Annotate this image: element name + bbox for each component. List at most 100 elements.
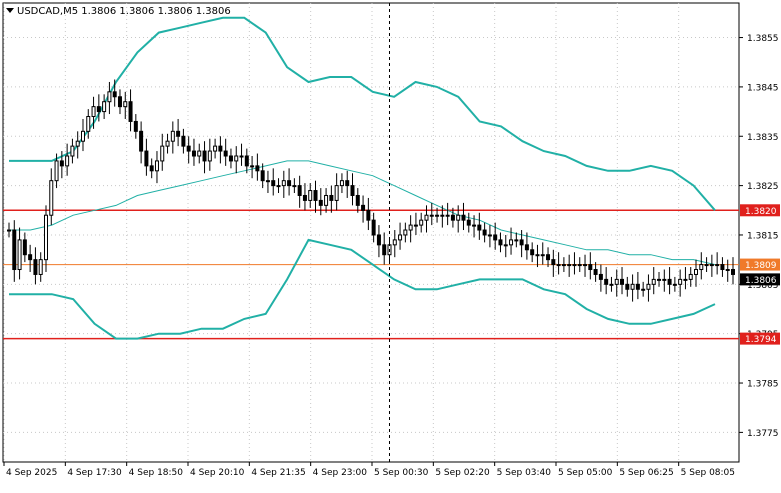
candle-body (281, 180, 286, 187)
candle-body (445, 214, 450, 217)
candle-body (630, 283, 635, 290)
candle-body (265, 180, 270, 183)
level-label: 1.3809 (745, 261, 777, 271)
plot-frame (2, 2, 740, 463)
candle-body (472, 224, 477, 227)
candle-body (683, 278, 688, 281)
candle-body (17, 239, 22, 271)
candle-body (371, 219, 376, 236)
candle-body (271, 180, 276, 187)
candle-body (620, 278, 625, 285)
candle-body (609, 283, 614, 286)
candle-body (149, 165, 154, 172)
candle-body (487, 234, 492, 237)
candle-body (239, 155, 244, 158)
symbol-dropdown-icon[interactable] (6, 8, 14, 13)
candle-body (123, 101, 128, 108)
candle-body (514, 239, 519, 242)
x-tick-label: 5 Sep 05:00 (558, 468, 613, 478)
candle-body (583, 264, 588, 267)
y-tick-label: 1.3825 (747, 182, 779, 192)
candle-body (297, 185, 302, 196)
candle-body (308, 190, 313, 201)
candle-body (70, 145, 75, 157)
x-tick-label: 4 Sep 23:00 (313, 468, 368, 478)
x-tick-label: 4 Sep 18:50 (129, 468, 184, 478)
candle-body (567, 264, 572, 267)
candle-body (694, 269, 699, 275)
lower-band (9, 238, 716, 340)
price-axis[interactable]: 1.38551.38451.38351.38251.38151.38051.37… (739, 34, 780, 439)
candle-body (450, 214, 455, 221)
candle-body (667, 278, 672, 285)
candle-body (398, 234, 403, 241)
candle-body (598, 273, 603, 280)
candle-body (440, 214, 445, 217)
candle-body (376, 234, 381, 246)
x-tick-label: 4 Sep 21:35 (251, 468, 305, 478)
candle-body (218, 145, 223, 152)
candle-body (33, 259, 38, 275)
middle-band (9, 160, 716, 266)
y-tick-label: 1.3835 (747, 133, 779, 143)
candle-body (313, 190, 318, 201)
candle-body (382, 244, 387, 256)
candle-body (59, 160, 64, 167)
y-tick-label: 1.3785 (747, 380, 779, 390)
candle-body (250, 165, 255, 168)
candle-body (709, 264, 714, 267)
x-tick-label: 5 Sep 08:05 (681, 468, 735, 478)
candle-body (191, 150, 196, 157)
candle-body (588, 264, 593, 271)
candle-body (223, 150, 228, 157)
y-tick-label: 1.3855 (747, 34, 779, 44)
candle-body (651, 278, 656, 285)
candle-body (503, 244, 508, 247)
candle-body (65, 155, 70, 167)
candle-body (334, 185, 339, 201)
x-tick-label: 5 Sep 03:40 (497, 468, 552, 478)
candle-body (276, 185, 281, 188)
candle-body (530, 249, 535, 256)
candle-body (641, 288, 646, 291)
candle-body (165, 140, 170, 147)
candle-body (260, 170, 265, 182)
candle-body (86, 116, 91, 132)
candle-body (117, 96, 122, 108)
grid-layer (2, 2, 740, 463)
candle-body (725, 269, 730, 272)
candle-body (424, 214, 429, 221)
candle-body (186, 145, 191, 152)
price-chart[interactable]: 1.38551.38451.38351.38251.38151.38051.37… (0, 0, 781, 489)
candle-body (345, 180, 350, 187)
candle-body (477, 224, 482, 231)
candle-body (12, 229, 17, 271)
candle-body (408, 224, 413, 231)
candle-body (292, 185, 297, 188)
symbol-title: USDCAD,M5 1.3806 1.3806 1.3806 1.3806 (17, 6, 231, 17)
candle-body (133, 120, 138, 132)
candle-body (287, 180, 292, 187)
candle-body (154, 160, 159, 172)
time-axis[interactable]: 4 Sep 2025 4 Sep 17:30 4 Sep 18:50 4 Sep 20… (3, 462, 735, 478)
x-tick-label: 4 Sep 17:30 (67, 468, 122, 478)
candle-body (482, 229, 487, 236)
candle-body (625, 283, 630, 290)
candle-body (551, 259, 556, 266)
chart-window[interactable]: 1.3855 1.3845 1.3835 1.3825 1.3815 1.3805 1.37… (0, 0, 781, 489)
candle-body (112, 91, 117, 98)
candle-body (139, 130, 144, 152)
candle-body (662, 278, 667, 281)
candle-body (509, 239, 514, 246)
candle-body (181, 135, 186, 147)
candle-body (524, 244, 529, 251)
candle-body (144, 150, 149, 167)
candle-body (38, 259, 43, 275)
candle-body (228, 155, 233, 162)
title-bar: USDCAD,M5 1.3806 1.3806 1.3806 1.3806 (6, 6, 231, 17)
candle-body (556, 264, 561, 267)
candle-body (593, 269, 598, 275)
x-tick-label: 4 Sep 2025 (6, 468, 57, 478)
candle-body (202, 150, 207, 162)
candle-body (392, 239, 397, 246)
